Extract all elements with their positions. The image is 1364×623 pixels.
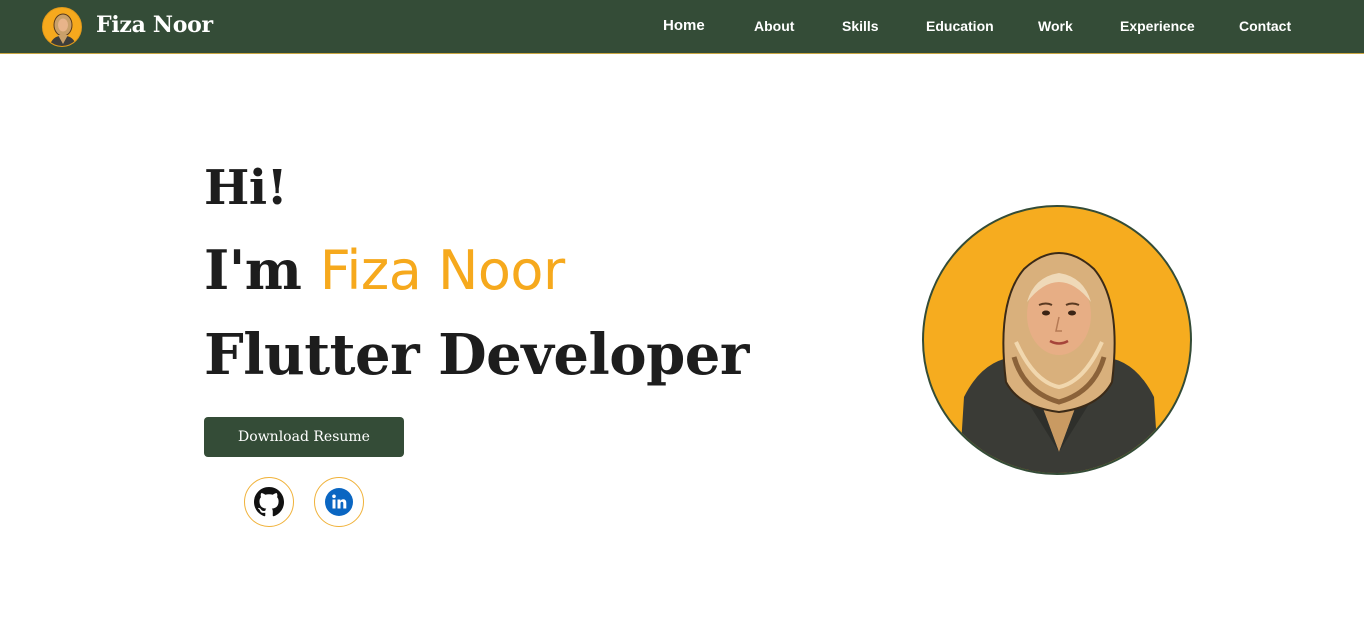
- navbar: Fiza Noor Home About Skills Education Wo…: [0, 0, 1364, 54]
- linkedin-link[interactable]: [314, 477, 364, 527]
- hero-intro: I'm Fiza Noor: [204, 238, 565, 302]
- avatar-icon[interactable]: [42, 7, 82, 47]
- brand-name[interactable]: Fiza Noor: [96, 12, 213, 38]
- nav-link-experience[interactable]: Experience: [1120, 18, 1195, 34]
- linkedin-icon: [325, 488, 353, 516]
- hero-role: Flutter Developer: [204, 322, 749, 388]
- hero-intro-prefix: I'm: [204, 238, 320, 302]
- hero-greeting: Hi!: [204, 160, 288, 216]
- github-link[interactable]: [244, 477, 294, 527]
- nav-link-home[interactable]: Home: [663, 17, 705, 34]
- download-resume-button[interactable]: Download Resume: [204, 417, 404, 457]
- nav-link-education[interactable]: Education: [926, 18, 994, 34]
- nav-link-work[interactable]: Work: [1038, 18, 1073, 34]
- nav-link-about[interactable]: About: [754, 18, 794, 34]
- github-icon: [254, 487, 284, 517]
- nav-link-skills[interactable]: Skills: [842, 18, 879, 34]
- hero-name: Fiza Noor: [319, 239, 565, 302]
- nav-link-contact[interactable]: Contact: [1239, 18, 1291, 34]
- profile-portrait: [922, 205, 1192, 475]
